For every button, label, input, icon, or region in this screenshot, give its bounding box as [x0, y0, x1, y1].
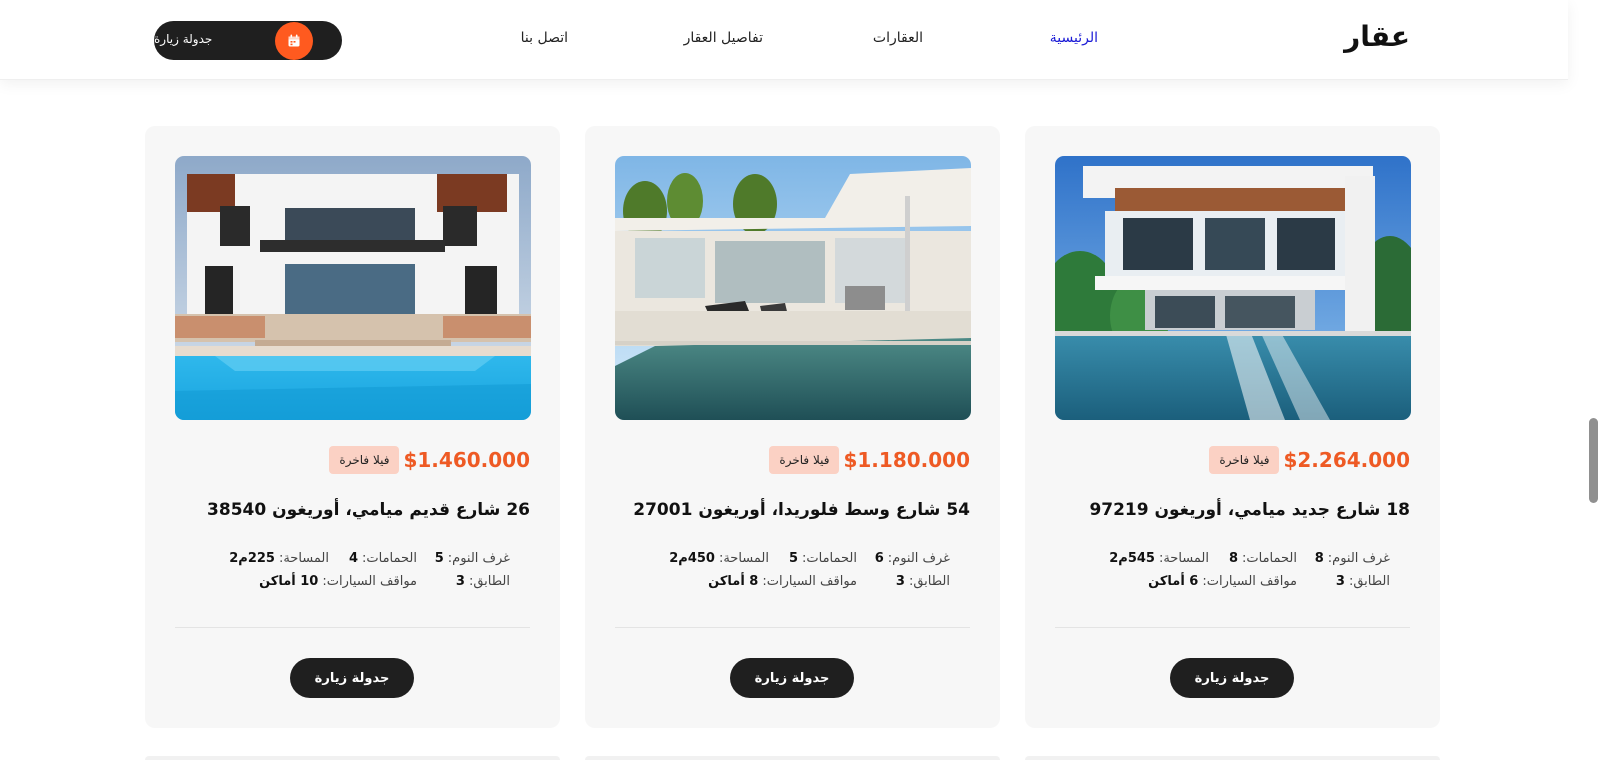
property-card: $1.460.000 فيلا فاخرة 26 شارع قديم ميامي…	[145, 126, 560, 728]
scrollbar-thumb[interactable]	[1589, 418, 1598, 503]
spec-label: غرف النوم:	[447, 551, 510, 566]
spec-value: 3	[895, 574, 905, 589]
spec-label: مواقف السيارات:	[762, 574, 857, 589]
property-photo[interactable]	[615, 156, 971, 420]
property-type-badge: فيلا فاخرة	[769, 446, 840, 474]
property-price: $1.180.000	[843, 448, 970, 472]
schedule-visit-button[interactable]: جدولة زيارة	[290, 658, 414, 698]
schedule-visit-header-label: جدولة زيارة	[154, 32, 213, 46]
spec-bedrooms: غرف النوم:8	[1297, 551, 1390, 566]
spec-label: غرف النوم:	[1327, 551, 1390, 566]
spec-floor: الطابق:3	[417, 574, 510, 589]
spec-value: 450م2	[669, 551, 715, 566]
site-header: عقار الرئيسية العقارات تفاصيل العقار اتص…	[0, 0, 1568, 80]
price-row: $1.180.000 فيلا فاخرة	[769, 446, 970, 474]
nav-link-properties[interactable]: العقارات	[873, 30, 923, 46]
page-scrollbar[interactable]	[1568, 0, 1600, 760]
card-divider	[1055, 627, 1410, 628]
spec-label: المساحة:	[278, 551, 329, 566]
spec-label: الحمامات:	[362, 551, 417, 566]
next-card-edge	[145, 756, 560, 760]
price-row: $1.460.000 فيلا فاخرة	[329, 446, 530, 474]
spec-label: مواقف السيارات:	[322, 574, 417, 589]
spec-bathrooms: الحمامات:8	[1209, 551, 1297, 566]
schedule-visit-header-button[interactable]: جدولة زيارة	[154, 21, 342, 60]
spec-bedrooms: غرف النوم:5	[417, 551, 510, 566]
spec-value: 5	[788, 551, 799, 566]
spec-value: 5	[434, 551, 444, 566]
spec-value: 3	[1335, 574, 1345, 589]
spec-label: الحمامات:	[802, 551, 857, 566]
nav-link-property-details[interactable]: تفاصيل العقار	[684, 30, 763, 46]
property-specs: غرف النوم:8 الحمامات:8 المساحة:545م2 الط…	[1109, 551, 1390, 589]
spec-value: 6 أماكن	[1148, 574, 1199, 589]
spec-label: الحمامات:	[1242, 551, 1297, 566]
property-card: $2.264.000 فيلا فاخرة 18 شارع جديد ميامي…	[1025, 126, 1440, 728]
spec-value: 6	[874, 551, 884, 566]
spec-label: المساحة:	[1158, 551, 1209, 566]
property-specs: غرف النوم:6 الحمامات:5 المساحة:450م2 الط…	[669, 551, 950, 589]
card-divider	[175, 627, 530, 628]
page: عقار الرئيسية العقارات تفاصيل العقار اتص…	[0, 0, 1600, 760]
spec-area: المساحة:450م2	[669, 551, 769, 566]
schedule-visit-button[interactable]: جدولة زيارة	[730, 658, 854, 698]
calendar-icon	[275, 22, 313, 60]
spec-value: 4	[348, 551, 359, 566]
property-card: $1.180.000 فيلا فاخرة 54 شارع وسط فلوريد…	[585, 126, 1000, 728]
price-row: $2.264.000 فيلا فاخرة	[1209, 446, 1410, 474]
spec-area: المساحة:225م2	[229, 551, 329, 566]
spec-label: الطابق:	[1348, 574, 1390, 589]
spec-value: 8	[1228, 551, 1239, 566]
spec-label: مواقف السيارات:	[1202, 574, 1297, 589]
spec-bathrooms: الحمامات:5	[769, 551, 857, 566]
spec-value: 10 أماكن	[259, 574, 319, 589]
nav-link-home[interactable]: الرئيسية	[1050, 30, 1098, 46]
property-price: $1.460.000	[403, 448, 530, 472]
spec-area: المساحة:545م2	[1109, 551, 1209, 566]
property-type-badge: فيلا فاخرة	[329, 446, 400, 474]
spec-bathrooms: الحمامات:4	[329, 551, 417, 566]
property-address[interactable]: 18 شارع جديد ميامي، أوريغون 97219	[1089, 500, 1410, 520]
spec-bedrooms: غرف النوم:6	[857, 551, 950, 566]
property-specs: غرف النوم:5 الحمامات:4 المساحة:225م2 الط…	[229, 551, 510, 589]
spec-parking: مواقف السيارات:6 أماكن	[1148, 574, 1297, 589]
spec-value: 545م2	[1109, 551, 1155, 566]
spec-floor: الطابق:3	[857, 574, 950, 589]
spec-value: 8	[1314, 551, 1324, 566]
property-photo[interactable]	[175, 156, 531, 420]
property-address[interactable]: 54 شارع وسط فلوريدا، أوريغون 27001	[633, 500, 970, 520]
spec-label: الطابق:	[908, 574, 950, 589]
next-card-edge	[1025, 756, 1440, 760]
spec-value: 3	[455, 574, 465, 589]
nav-link-contact[interactable]: اتصل بنا	[521, 30, 568, 46]
property-address[interactable]: 26 شارع قديم ميامي، أوريغون 38540	[207, 500, 530, 520]
spec-floor: الطابق:3	[1297, 574, 1390, 589]
property-price: $2.264.000	[1283, 448, 1410, 472]
spec-parking: مواقف السيارات:8 أماكن	[708, 574, 857, 589]
spec-label: الطابق:	[468, 574, 510, 589]
spec-label: غرف النوم:	[887, 551, 950, 566]
next-card-edge	[585, 756, 1000, 760]
spec-label: المساحة:	[718, 551, 769, 566]
property-photo[interactable]	[1055, 156, 1411, 420]
schedule-visit-button[interactable]: جدولة زيارة	[1170, 658, 1294, 698]
card-divider	[615, 627, 970, 628]
property-type-badge: فيلا فاخرة	[1209, 446, 1280, 474]
spec-parking: مواقف السيارات:10 أماكن	[259, 574, 417, 589]
spec-value: 225م2	[229, 551, 275, 566]
spec-value: 8 أماكن	[708, 574, 759, 589]
